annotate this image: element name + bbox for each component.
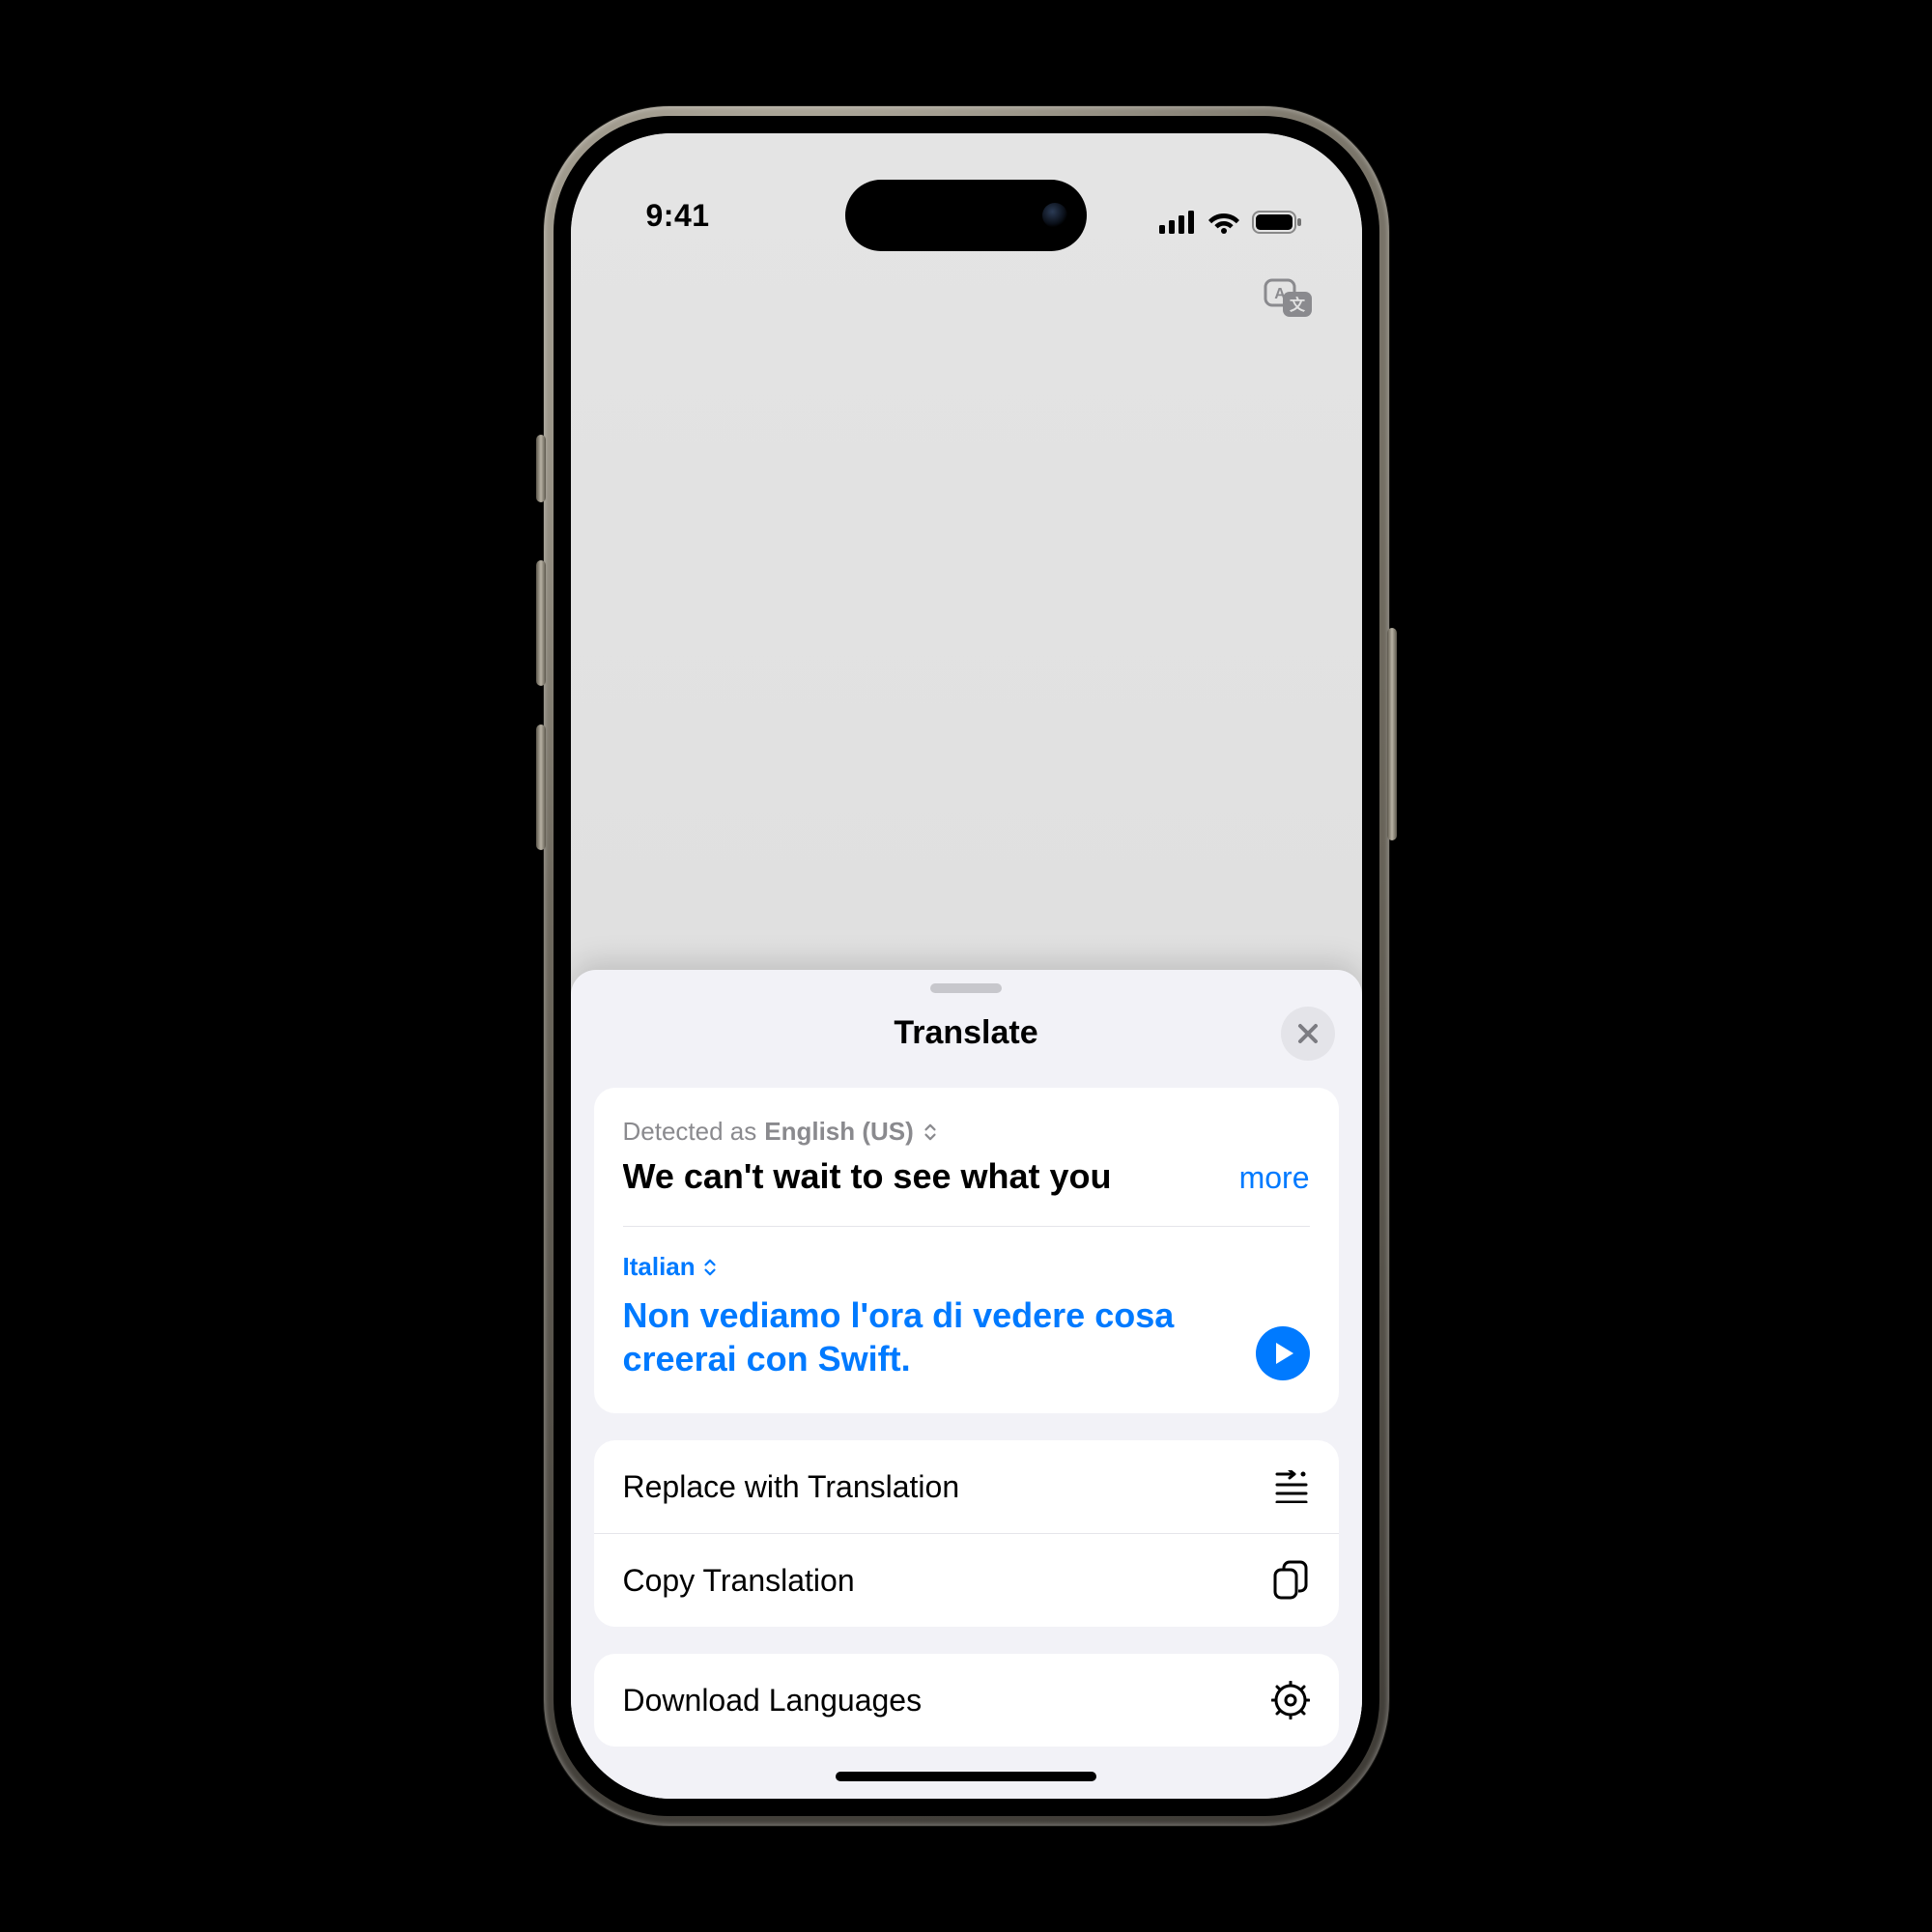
translate-icon[interactable]: A 文 <box>1264 278 1316 321</box>
source-language-label: English (US) <box>764 1117 914 1147</box>
iphone-frame: 9:41 <box>544 106 1389 1826</box>
replace-icon <box>1271 1467 1310 1506</box>
cellular-icon <box>1159 211 1196 234</box>
source-text: We can't wait to see what you <box>623 1156 1220 1197</box>
translate-sheet: Translate Detected as English <box>571 970 1362 1799</box>
copy-translation-row[interactable]: Copy Translation <box>594 1533 1339 1627</box>
download-label: Download Languages <box>623 1683 923 1719</box>
wifi-icon <box>1208 211 1240 234</box>
status-time: 9:41 <box>646 198 710 234</box>
chevron-up-down-icon <box>701 1259 719 1276</box>
home-indicator[interactable] <box>836 1772 1096 1781</box>
close-icon <box>1296 1022 1320 1045</box>
gear-icon <box>1271 1681 1310 1719</box>
battery-icon <box>1252 211 1302 234</box>
detected-as-label: Detected as <box>623 1117 757 1147</box>
volume-down-button <box>536 724 546 850</box>
play-button[interactable] <box>1256 1326 1310 1380</box>
side-button <box>1387 628 1397 840</box>
sheet-grabber[interactable] <box>930 983 1002 993</box>
source-language-picker[interactable]: Detected as English (US) <box>623 1117 1310 1147</box>
copy-label: Copy Translation <box>623 1563 855 1599</box>
replace-with-translation-row[interactable]: Replace with Translation <box>594 1440 1339 1533</box>
divider <box>623 1226 1310 1227</box>
chevron-up-down-icon <box>922 1123 939 1141</box>
action-list: Replace with Translation <box>594 1440 1339 1627</box>
dynamic-island <box>845 180 1087 251</box>
target-text: Non vediamo l'ora di vedere cosa creerai… <box>623 1293 1236 1380</box>
close-button[interactable] <box>1281 1007 1335 1061</box>
sheet-title: Translate <box>894 1014 1037 1052</box>
target-language-picker[interactable]: Italian <box>623 1252 1310 1282</box>
screen: 9:41 <box>571 133 1362 1799</box>
target-language-label: Italian <box>623 1252 696 1282</box>
more-button[interactable]: more <box>1239 1160 1310 1196</box>
replace-label: Replace with Translation <box>623 1469 960 1505</box>
play-icon <box>1274 1341 1295 1366</box>
copy-icon <box>1271 1561 1310 1600</box>
action-list-secondary: Download Languages <box>594 1654 1339 1747</box>
download-languages-row[interactable]: Download Languages <box>594 1654 1339 1747</box>
translation-card: Detected as English (US) We can't wait t… <box>594 1088 1339 1413</box>
volume-up-button <box>536 560 546 686</box>
silence-switch <box>536 435 546 502</box>
svg-text:文: 文 <box>1289 296 1305 314</box>
